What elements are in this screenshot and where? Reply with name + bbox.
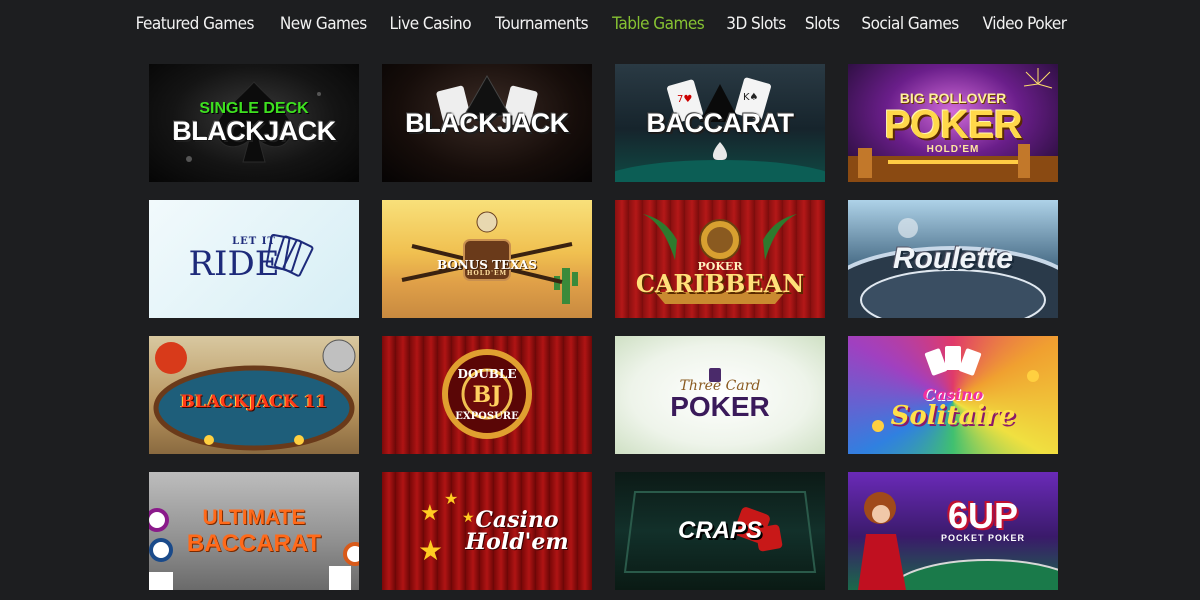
game-title: BLACKJACK 11 [180,391,328,412]
game-title: POKER CARIBBEAN [636,261,804,296]
game-tile-ultimate-baccarat[interactable]: ULTIMATE BACCARAT [149,472,359,590]
game-name: CARIBBEAN [635,268,805,298]
svg-text:★: ★ [444,489,458,508]
game-title: BACCARAT [646,107,794,138]
game-tile-big-rollover-poker[interactable]: BIG ROLLOVER POKER HOLD'EM [848,64,1058,182]
game-name: Solitaire [890,401,1016,431]
game-logo: BJ [472,382,502,408]
game-tag: Hold'em [465,529,569,555]
game-tile-blackjack[interactable]: BLACKJACK [382,64,592,182]
game-tile-let-it-ride[interactable]: LET IT RIDE [149,200,359,318]
game-title: BIG ROLLOVER POKER HOLD'EM [884,91,1022,155]
game-title: ULTIMATE BACCARAT [187,507,321,556]
game-category-nav: Featured Games New Games Live Casino Tou… [0,0,1200,48]
nav-live-casino[interactable]: Live Casino [390,14,472,34]
game-tile-single-deck-blackjack[interactable]: SINGLE DECK BLACKJACK [149,64,359,182]
game-title: DOUBLE BJ EXPOSURE [455,368,519,422]
game-subtitle: SINGLE DECK [199,100,309,117]
game-tile-caribbean-poker[interactable]: POKER CARIBBEAN [615,200,825,318]
svg-text:★: ★ [418,534,443,567]
svg-text:★: ★ [420,501,440,526]
nav-slots[interactable]: Slots [805,14,840,34]
game-tag: POCKET POKER [940,532,1025,543]
game-title: SINGLE DECK BLACKJACK [172,101,336,145]
game-name: CRAPS [677,517,762,544]
game-tile-three-card-poker[interactable]: Three Card POKER [615,336,825,454]
game-tile-casino-solitaire[interactable]: Casino Solitaire [848,336,1058,454]
game-name: BLACKJACK 11 [180,391,328,412]
game-name: BLACKJACK [405,107,569,138]
game-title: Three Card POKER [670,379,770,421]
game-title: Roulette [893,244,1013,274]
game-tile-baccarat[interactable]: 7♥ K♠ BACCARAT [615,64,825,182]
game-tile-double-exposure[interactable]: DOUBLE BJ EXPOSURE [382,336,592,454]
game-title: CRAPS [678,519,762,543]
game-tile-roulette[interactable]: Roulette [848,200,1058,318]
game-grid: SINGLE DECK BLACKJACK BLACKJACK 7♥ K♠ BA… [149,64,1058,590]
game-tile-6up-pocket-poker[interactable]: 6UP POCKET POKER [848,472,1058,590]
game-title: Casino Solitaire [890,387,1016,431]
game-tile-casino-holdem[interactable]: ★ ★ ★ ★ Casino Hold'em [382,472,592,590]
game-name: RIDE [188,244,280,284]
game-name: 6UP [947,494,1018,536]
game-name: POKER [884,103,1022,147]
game-title: LET IT RIDE [188,237,280,284]
game-title: Casino Hold'em [465,509,568,553]
game-name: POKER [670,391,770,422]
svg-text:K♠: K♠ [743,92,759,103]
game-tag: BACCARAT [186,529,322,557]
game-tag: EXPOSURE [455,411,519,422]
game-title: BONUS TEXAS HOLD'EM [437,259,537,277]
nav-featured-games[interactable]: Featured Games [136,14,255,34]
game-name: Roulette [893,242,1013,275]
game-name: BACCARAT [646,107,794,138]
game-tile-blackjack-11[interactable]: BLACKJACK 11 [149,336,359,454]
game-name: Casino [475,507,559,533]
game-title: BLACKJACK [405,107,569,138]
nav-social-games[interactable]: Social Games [861,14,959,34]
nav-3d-slots[interactable]: 3D Slots [727,14,787,34]
nav-video-poker[interactable]: Video Poker [982,14,1066,34]
game-tile-bonus-texas-holdem[interactable]: BONUS TEXAS HOLD'EM [382,200,592,318]
game-name: DOUBLE [457,367,517,381]
nav-tournaments[interactable]: Tournaments [495,14,588,34]
game-tile-craps[interactable]: CRAPS [615,472,825,590]
palm-emblem-decoration [643,214,797,304]
nav-new-games[interactable]: New Games [279,14,366,34]
nav-table-games[interactable]: Table Games [612,14,705,34]
svg-text:7♥: 7♥ [677,94,692,105]
game-name: BLACKJACK [172,116,336,146]
game-title: 6UP POCKET POKER [940,494,1025,543]
game-name: ULTIMATE [202,505,306,529]
